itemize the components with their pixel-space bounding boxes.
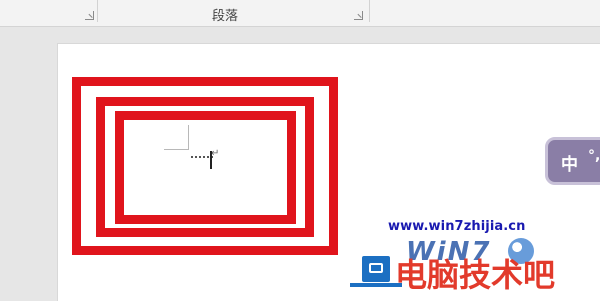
watermark-brand: 电脑技术吧 bbox=[395, 256, 556, 294]
ime-status-bar[interactable]: 中 °, bbox=[545, 137, 600, 185]
ribbon-separator bbox=[97, 0, 98, 22]
text-cursor bbox=[210, 151, 212, 169]
font-dialog-launcher-icon[interactable] bbox=[85, 11, 94, 20]
ime-language-toggle[interactable]: 中 bbox=[561, 150, 578, 175]
paragraph-mark-icon: ↵ bbox=[211, 148, 220, 159]
computer-icon bbox=[360, 254, 392, 284]
watermark-url: www.win7zhijia.cn bbox=[388, 219, 526, 234]
ime-punctuation-toggle[interactable]: °, bbox=[588, 148, 600, 164]
paragraph-dialog-launcher-icon[interactable] bbox=[354, 11, 363, 20]
red-border-inner[interactable] bbox=[115, 111, 296, 224]
ribbon-separator bbox=[369, 0, 370, 22]
ribbon-bar: 段落 bbox=[0, 0, 600, 27]
paragraph-group-label: 段落 bbox=[211, 9, 238, 24]
margin-corner-mark bbox=[164, 125, 189, 150]
